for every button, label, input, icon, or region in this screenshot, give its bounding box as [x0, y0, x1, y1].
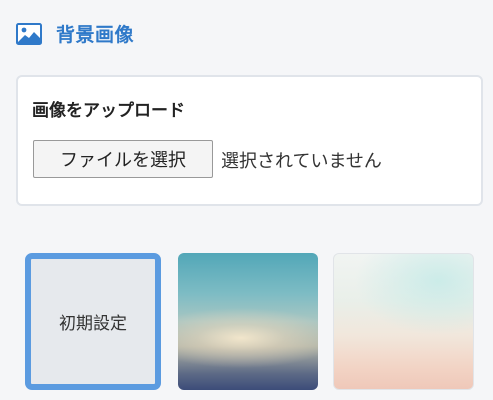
choose-file-button[interactable]: ファイルを選択 [33, 140, 213, 178]
image-icon [16, 22, 42, 45]
file-status-text: 選択されていません [221, 151, 382, 172]
background-image-panel: 背景画像 画像をアップロード ファイルを選択 選択されていません 初期設定 [0, 0, 493, 400]
default-option-label: 初期設定 [59, 314, 127, 334]
section-title: 背景画像 [56, 24, 135, 46]
background-option-default[interactable]: 初期設定 [25, 253, 161, 390]
upload-title: 画像をアップロード [32, 101, 185, 121]
background-option-blurred-pastel[interactable] [333, 253, 474, 390]
upload-card: 画像をアップロード ファイルを選択 選択されていません [16, 75, 483, 206]
section-header: 背景画像 [16, 20, 134, 47]
background-option-blurred-teal-sunset[interactable] [178, 253, 318, 390]
